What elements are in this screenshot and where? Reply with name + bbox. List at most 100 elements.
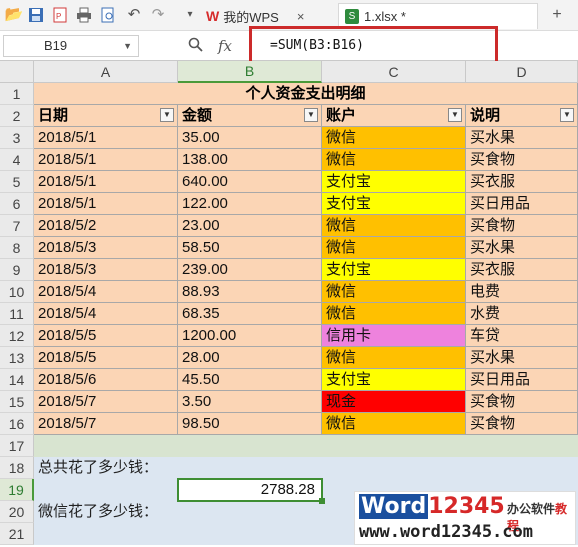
- table-cell-note[interactable]: 车贷: [466, 325, 578, 347]
- table-cell-date[interactable]: 2018/5/1: [34, 171, 178, 193]
- row-header-19[interactable]: 19: [0, 479, 34, 501]
- table-cell-note[interactable]: 买食物: [466, 149, 578, 171]
- row-header-11[interactable]: 11: [0, 303, 34, 325]
- table-cell-account[interactable]: 微信: [322, 237, 466, 259]
- row-header-18[interactable]: 18: [0, 457, 34, 479]
- row-header-10[interactable]: 10: [0, 281, 34, 303]
- table-cell-date[interactable]: 2018/5/3: [34, 237, 178, 259]
- open-folder-icon[interactable]: 📂: [4, 5, 24, 25]
- table-cell-note[interactable]: 买食物: [466, 215, 578, 237]
- table-cell-account[interactable]: 支付宝: [322, 259, 466, 281]
- table-cell-amount[interactable]: 239.00: [178, 259, 322, 281]
- table-cell-date[interactable]: 2018/5/4: [34, 281, 178, 303]
- row-header-1[interactable]: 1: [0, 83, 34, 105]
- table-cell-date[interactable]: 2018/5/5: [34, 325, 178, 347]
- table-cell-note[interactable]: 买水果: [466, 127, 578, 149]
- result-cell-b19[interactable]: 2788.28: [177, 478, 323, 502]
- table-header-cell[interactable]: 说明 ▼: [466, 105, 578, 127]
- table-cell-amount[interactable]: 138.00: [178, 149, 322, 171]
- row-header-20[interactable]: 20: [0, 501, 34, 523]
- redo-icon[interactable]: ↷: [148, 5, 168, 25]
- table-cell-amount[interactable]: 23.00: [178, 215, 322, 237]
- row-header-9[interactable]: 9: [0, 259, 34, 281]
- table-cell-note[interactable]: 买日用品: [466, 193, 578, 215]
- table-cell-date[interactable]: 2018/5/2: [34, 215, 178, 237]
- fill-handle[interactable]: [319, 498, 325, 504]
- column-header-d[interactable]: D: [466, 61, 578, 83]
- column-header-a[interactable]: A: [34, 61, 178, 83]
- row-header-21[interactable]: 21: [0, 523, 34, 545]
- save-icon[interactable]: [26, 5, 46, 25]
- more-icon[interactable]: ▾: [180, 5, 200, 25]
- table-cell-date[interactable]: 2018/5/7: [34, 391, 178, 413]
- table-cell-account[interactable]: 微信: [322, 215, 466, 237]
- tab-workbook[interactable]: S 1.xlsx *: [338, 3, 538, 29]
- tab-my-wps[interactable]: W 我的WPS ×: [200, 3, 340, 29]
- table-cell-amount[interactable]: 68.35: [178, 303, 322, 325]
- table-cell-amount[interactable]: 122.00: [178, 193, 322, 215]
- table-cell-amount[interactable]: 58.50: [178, 237, 322, 259]
- row-header-17[interactable]: 17: [0, 435, 34, 457]
- table-cell-amount[interactable]: 1200.00: [178, 325, 322, 347]
- table-cell-amount[interactable]: 28.00: [178, 347, 322, 369]
- table-cell-note[interactable]: 水费: [466, 303, 578, 325]
- table-cell-date[interactable]: 2018/5/1: [34, 149, 178, 171]
- row-header-7[interactable]: 7: [0, 215, 34, 237]
- table-cell-account[interactable]: 支付宝: [322, 369, 466, 391]
- table-cell-date[interactable]: 2018/5/3: [34, 259, 178, 281]
- table-cell-account[interactable]: 支付宝: [322, 171, 466, 193]
- row-header-15[interactable]: 15: [0, 391, 34, 413]
- row-header-12[interactable]: 12: [0, 325, 34, 347]
- filter-dropdown-icon[interactable]: ▼: [304, 108, 318, 122]
- table-cell-note[interactable]: 买食物: [466, 413, 578, 435]
- table-cell-account[interactable]: 微信: [322, 281, 466, 303]
- undo-icon[interactable]: ↶: [124, 5, 144, 25]
- column-header-b[interactable]: B: [178, 61, 322, 83]
- table-cell-account[interactable]: 微信: [322, 303, 466, 325]
- table-cell-date[interactable]: 2018/5/6: [34, 369, 178, 391]
- table-cell-account[interactable]: 支付宝: [322, 193, 466, 215]
- print-icon[interactable]: [74, 5, 94, 25]
- table-cell-date[interactable]: 2018/5/5: [34, 347, 178, 369]
- table-header-cell[interactable]: 日期 ▼: [34, 105, 178, 127]
- table-cell-note[interactable]: 买日用品: [466, 369, 578, 391]
- table-cell-account[interactable]: 现金: [322, 391, 466, 413]
- table-cell-note[interactable]: 买衣服: [466, 171, 578, 193]
- row-header-13[interactable]: 13: [0, 347, 34, 369]
- table-cell-amount[interactable]: 35.00: [178, 127, 322, 149]
- search-function-icon[interactable]: [188, 37, 204, 57]
- table-cell-note[interactable]: 电费: [466, 281, 578, 303]
- formula-input[interactable]: =SUM(B3:B16): [260, 35, 577, 57]
- table-cell-amount[interactable]: 640.00: [178, 171, 322, 193]
- row-header-4[interactable]: 4: [0, 149, 34, 171]
- table-cell-date[interactable]: 2018/5/1: [34, 127, 178, 149]
- name-box[interactable]: B19 ▼: [3, 35, 139, 57]
- chevron-down-icon[interactable]: ▼: [123, 36, 132, 56]
- table-cell-note[interactable]: 买食物: [466, 391, 578, 413]
- filter-dropdown-icon[interactable]: ▼: [448, 108, 462, 122]
- table-cell-date[interactable]: 2018/5/4: [34, 303, 178, 325]
- table-cell-amount[interactable]: 98.50: [178, 413, 322, 435]
- table-cell-account[interactable]: 微信: [322, 347, 466, 369]
- row-header-8[interactable]: 8: [0, 237, 34, 259]
- row-header-14[interactable]: 14: [0, 369, 34, 391]
- table-cell-account[interactable]: 微信: [322, 127, 466, 149]
- table-cell-amount[interactable]: 45.50: [178, 369, 322, 391]
- row-header-3[interactable]: 3: [0, 127, 34, 149]
- row-header-5[interactable]: 5: [0, 171, 34, 193]
- row-header-6[interactable]: 6: [0, 193, 34, 215]
- table-cell-date[interactable]: 2018/5/1: [34, 193, 178, 215]
- filter-dropdown-icon[interactable]: ▼: [560, 108, 574, 122]
- table-cell-amount[interactable]: 3.50: [178, 391, 322, 413]
- table-cell-note[interactable]: 买水果: [466, 347, 578, 369]
- export-pdf-icon[interactable]: P: [50, 5, 70, 25]
- insert-function-icon[interactable]: fx: [218, 37, 232, 55]
- table-cell-note[interactable]: 买衣服: [466, 259, 578, 281]
- new-tab-button[interactable]: +: [547, 5, 567, 25]
- table-header-cell[interactable]: 账户 ▼: [322, 105, 466, 127]
- filter-dropdown-icon[interactable]: ▼: [160, 108, 174, 122]
- table-cell-date[interactable]: 2018/5/7: [34, 413, 178, 435]
- table-cell-note[interactable]: 买水果: [466, 237, 578, 259]
- close-tab-icon[interactable]: ×: [297, 9, 305, 24]
- table-header-cell[interactable]: 金额 ▼: [178, 105, 322, 127]
